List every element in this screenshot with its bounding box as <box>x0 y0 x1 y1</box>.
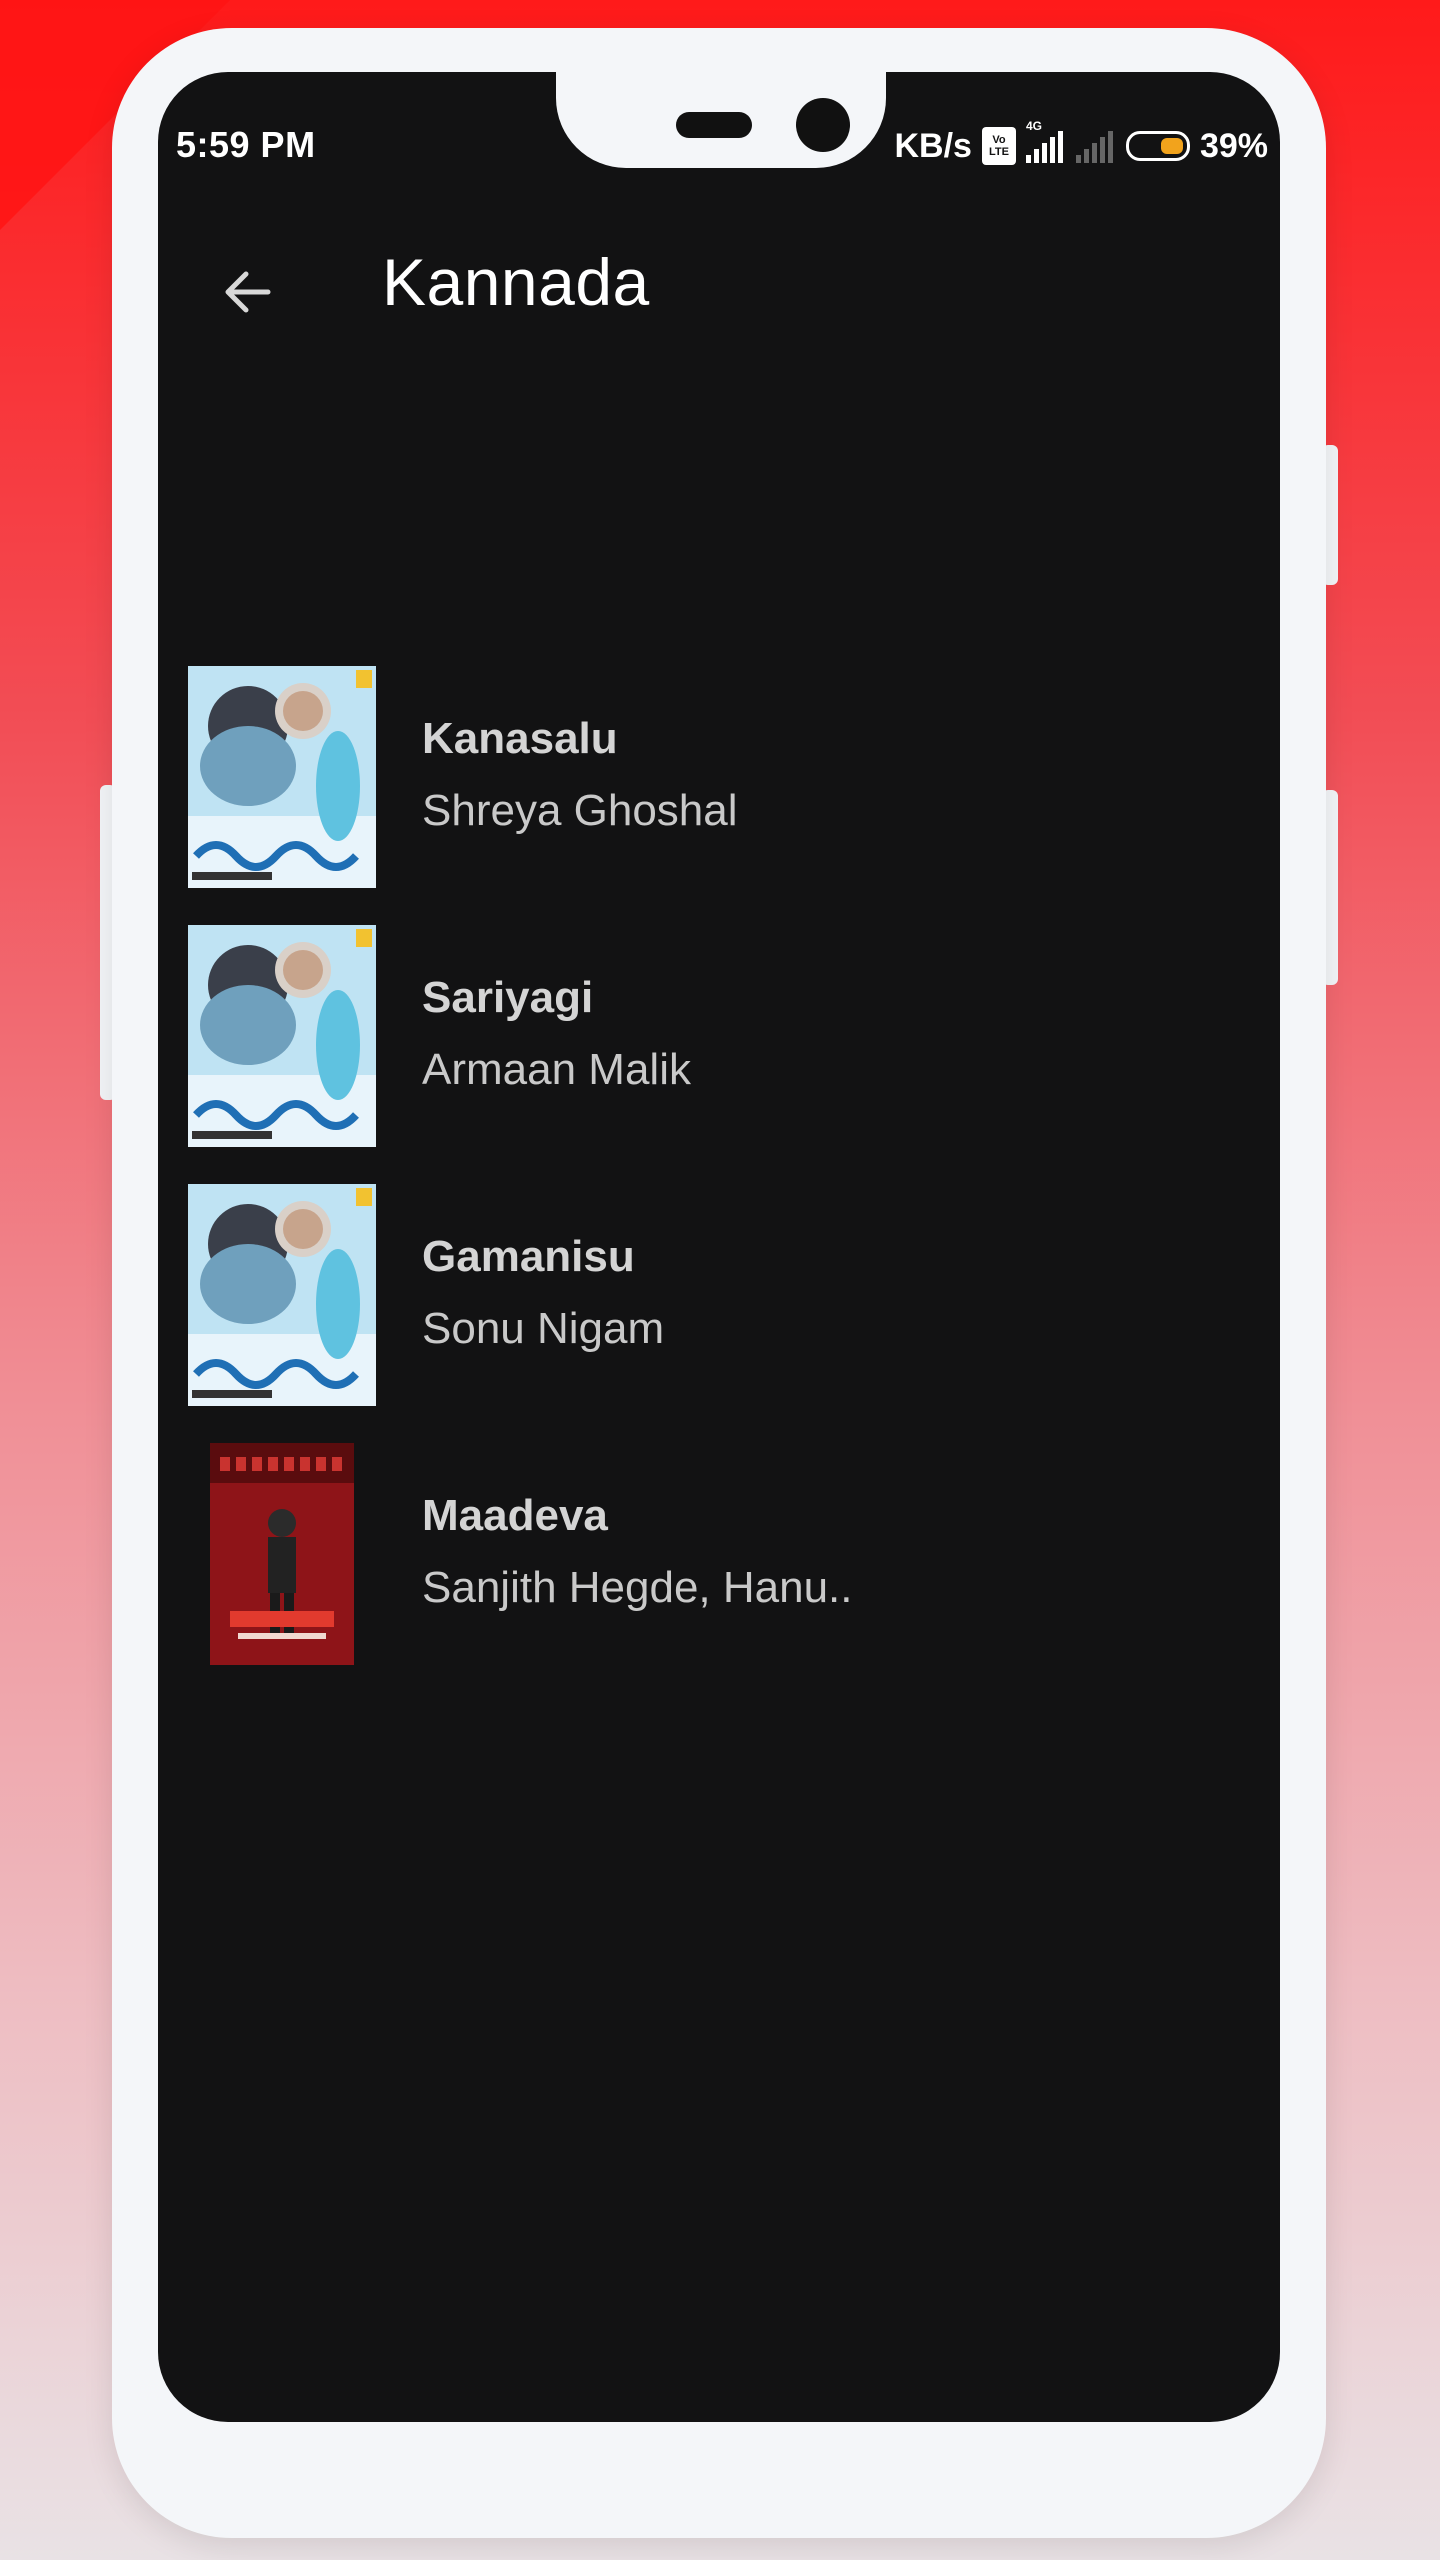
album-art <box>188 925 376 1147</box>
volte-icon: Vo LTE <box>981 127 1016 165</box>
volte-top-label: Vo <box>992 134 1006 146</box>
app-screen: 5:59 PM KB/s Vo LTE 4G 39% Kannada Kanas… <box>158 72 1280 2422</box>
song-artist: Sonu Nigam <box>422 1304 665 1353</box>
page-title: Kannada <box>382 245 650 319</box>
song-title: Gamanisu <box>422 1232 635 1281</box>
song-title: Maadeva <box>422 1491 608 1540</box>
song-artist: Sanjith Hegde, Hanu.. <box>422 1563 853 1612</box>
front-camera <box>796 98 850 152</box>
song-title: Kanasalu <box>422 714 618 763</box>
battery-percent: 39% <box>1199 126 1268 165</box>
song-item-sariyagi[interactable]: Sariyagi Armaan Malik <box>158 925 1280 1157</box>
earpiece-speaker <box>676 112 752 138</box>
song-item-kanasalu[interactable]: Kanasalu Shreya Ghoshal <box>158 666 1280 898</box>
song-item-gamanisu[interactable]: Gamanisu Sonu Nigam <box>158 1184 1280 1416</box>
movie-poster <box>210 1443 354 1665</box>
status-time: 5:59 PM <box>176 124 316 165</box>
album-art <box>188 1184 376 1406</box>
battery-icon <box>1125 131 1190 161</box>
display-notch <box>556 72 886 168</box>
signal-no-service-icon <box>1075 129 1116 163</box>
status-icons: KB/s Vo LTE 4G 39% <box>884 119 1268 168</box>
network-speed: KB/s <box>894 126 972 165</box>
song-item-maadeva[interactable]: Maadeva Sanjith Hegde, Hanu.. <box>158 1443 1280 1675</box>
song-title: Sariyagi <box>422 973 594 1022</box>
signal-icon: 4G <box>1025 119 1066 163</box>
phone-frame: 5:59 PM KB/s Vo LTE 4G 39% Kannada Kanas… <box>112 28 1326 2538</box>
album-art <box>188 666 376 888</box>
volte-bottom-label: LTE <box>988 146 1009 158</box>
song-artist: Shreya Ghoshal <box>422 786 738 835</box>
song-artist: Armaan Malik <box>422 1045 691 1094</box>
network-type: 4G <box>1025 119 1042 133</box>
arrow-left-icon[interactable] <box>218 262 278 322</box>
